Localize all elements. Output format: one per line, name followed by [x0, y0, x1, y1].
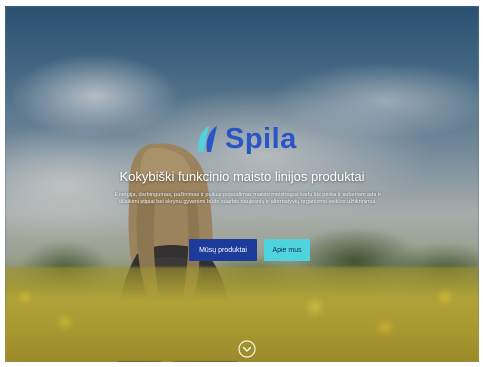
hero-section: Spila Kokybiški funkcinio maisto linijos…: [5, 6, 479, 362]
image-overlay: [5, 6, 479, 362]
brand-logo[interactable]: Spila: [195, 120, 300, 158]
chevron-down-circle-icon[interactable]: [237, 339, 257, 359]
about-us-button[interactable]: Apie mus: [264, 239, 310, 261]
hero-tagline: Kokybiški funkcinio maisto linijos produ…: [119, 169, 365, 184]
spila-leaf-logo-icon: [198, 126, 217, 152]
our-products-button[interactable]: Mūsų produktai: [189, 239, 257, 261]
brand-name: Spila: [225, 122, 297, 155]
hero-description: Energija, darbingumas, pažinimas ir puik…: [114, 192, 382, 206]
